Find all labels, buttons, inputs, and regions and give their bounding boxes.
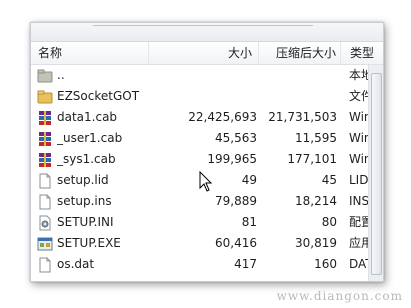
file-row[interactable]: _sys1.cab199,965177,101WinRAR <box>31 149 383 170</box>
header-name[interactable]: 名称 <box>31 42 149 64</box>
file-size: 60,416 <box>215 236 257 250</box>
address-bar[interactable] <box>93 25 313 38</box>
winrar-archive-icon <box>37 152 53 168</box>
watermark: www.diangon.com <box>276 289 403 303</box>
file-row[interactable]: SETUP.EXE60,41630,819应用程序 <box>31 233 383 254</box>
vertical-scrollbar[interactable] <box>368 65 383 281</box>
folder-up-icon <box>37 68 53 84</box>
file-compressed-size: 30,819 <box>295 236 337 250</box>
file-compressed-size: 21,731,503 <box>268 110 337 124</box>
file-row[interactable]: ..本地磁盘 <box>31 65 383 86</box>
file-compressed-size: 45 <box>321 173 337 187</box>
header-type[interactable]: 类型 <box>347 42 383 64</box>
exe-app-icon <box>37 236 53 252</box>
file-size: 417 <box>234 257 257 271</box>
file-icon <box>37 194 53 210</box>
toolbar-strip <box>31 23 383 42</box>
file-row[interactable]: EZSocketGOT 文件夹 <box>31 86 383 107</box>
file-size <box>157 65 257 86</box>
file-size: 79,889 <box>215 194 257 208</box>
file-compressed-size <box>259 65 337 86</box>
file-compressed-size: 11,595 <box>295 131 337 145</box>
file-size: 199,965 <box>207 152 257 166</box>
file-row[interactable]: os.dat417160DAT 文件 <box>31 254 383 275</box>
file-size: 81 <box>241 215 257 229</box>
scroll-thumb[interactable] <box>371 73 382 275</box>
column-header: 名称 大小 压缩后大小 类型 <box>31 42 383 65</box>
file-compressed-size: 160 <box>314 257 337 271</box>
file-row[interactable]: _user1.cab45,56311,595WinRAR <box>31 128 383 149</box>
file-size: 22,425,693 <box>188 110 257 124</box>
file-row[interactable]: SETUP.INI8180配置设置 <box>31 212 383 233</box>
folder-icon <box>37 89 53 105</box>
file-row[interactable]: data1.cab22,425,69321,731,503WinRAR <box>31 107 383 128</box>
file-compressed-size <box>259 86 337 107</box>
ini-settings-icon <box>37 215 53 231</box>
file-icon <box>37 173 53 189</box>
file-row[interactable]: setup.ins79,88918,214INS 文件 <box>31 191 383 212</box>
file-list: ..本地磁盘EZSocketGOT文件夹data1.cab22,425,6932… <box>31 65 383 275</box>
winrar-archive-icon <box>37 131 53 147</box>
header-size[interactable]: 大小 <box>149 42 259 64</box>
file-compressed-size: 177,101 <box>287 152 337 166</box>
file-size <box>157 86 257 107</box>
winrar-archive-icon <box>37 110 53 126</box>
header-compressed[interactable]: 压缩后大小 <box>259 42 341 64</box>
file-size: 45,563 <box>215 131 257 145</box>
mouse-cursor-icon <box>199 171 213 192</box>
file-compressed-size: 80 <box>321 215 337 229</box>
archive-window: 名称 大小 压缩后大小 类型 ..本地磁盘EZSocketGOT文件夹data1… <box>30 22 384 282</box>
file-icon <box>37 257 53 273</box>
file-compressed-size: 18,214 <box>295 194 337 208</box>
